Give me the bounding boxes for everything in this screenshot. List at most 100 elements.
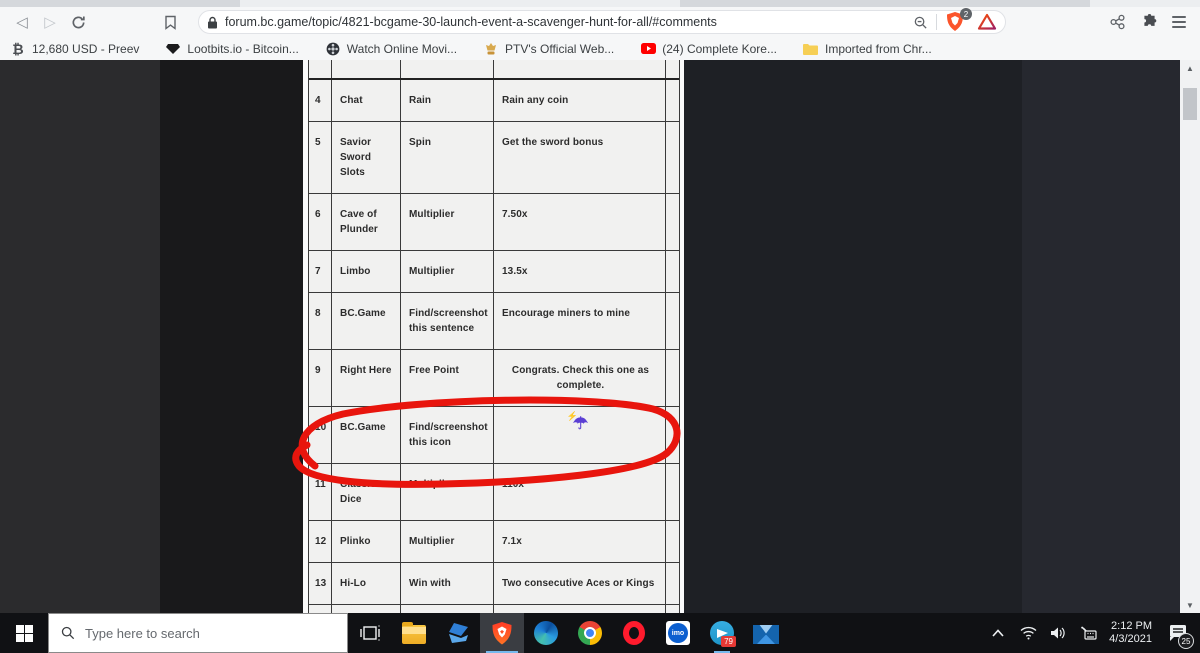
- opera-icon: [623, 621, 645, 645]
- umbrella-lightning-icon: ⚡☂: [502, 416, 659, 434]
- url-text[interactable]: forum.bc.game/topic/4821-bcgame-30-launc…: [225, 15, 913, 29]
- imo-app-button[interactable]: imo: [656, 613, 700, 653]
- table-row: 13Hi-LoWin withTwo consecutive Aces or K…: [309, 563, 679, 605]
- table-row-partial: [309, 60, 679, 80]
- divider: [936, 14, 937, 30]
- page-scrollbar[interactable]: ▲ ▼: [1180, 60, 1200, 613]
- start-button[interactable]: [0, 613, 48, 653]
- cell-name: Chat: [332, 80, 401, 121]
- scavenger-hunt-table: 4ChatRainRain any coin5Savior Sword Slot…: [308, 60, 680, 623]
- bookmark-item[interactable]: Lootbits.io - Bitcoin...: [165, 41, 298, 57]
- cell-extra: [666, 521, 677, 562]
- cell-extra: [666, 464, 677, 520]
- bookmark-item[interactable]: ₿ 12,680 USD - Preev: [10, 41, 139, 57]
- cell-action: Find/screenshot this icon: [401, 407, 494, 463]
- page-content: 4ChatRainRain any coin5Savior Sword Slot…: [0, 60, 1200, 613]
- address-bar[interactable]: forum.bc.game/topic/4821-bcgame-30-launc…: [198, 10, 1006, 34]
- scroll-up-arrow[interactable]: ▲: [1180, 60, 1200, 76]
- table-row: 6Cave of PlunderMultiplier7.50x: [309, 194, 679, 251]
- bookmark-item[interactable]: PTV's Official Web...: [483, 41, 614, 57]
- back-button[interactable]: ◁: [8, 9, 36, 35]
- telegram-app-button[interactable]: 79: [700, 613, 744, 653]
- scroll-down-arrow[interactable]: ▼: [1180, 597, 1200, 613]
- taskbar-search-box[interactable]: Type here to search: [48, 613, 348, 653]
- toolbar-right-cluster: [1109, 14, 1186, 31]
- share-icon[interactable]: [1109, 14, 1127, 30]
- brave-icon: [491, 621, 513, 646]
- chrome-browser-button[interactable]: [568, 613, 612, 653]
- zoom-indicator-icon[interactable]: [913, 15, 928, 30]
- lock-icon[interactable]: [207, 16, 218, 29]
- tab-strip: [0, 0, 1200, 7]
- blue-app-button[interactable]: [436, 613, 480, 653]
- page-background-left: [0, 60, 160, 613]
- diamond-icon: [165, 41, 181, 57]
- file-explorer-button[interactable]: [392, 613, 436, 653]
- forward-button[interactable]: ▷: [36, 9, 64, 35]
- imo-icon: imo: [666, 621, 690, 645]
- cell-num: 6: [309, 194, 332, 250]
- cell-num: 4: [309, 80, 332, 121]
- cell-extra: [666, 194, 677, 250]
- bookmark-item[interactable]: Imported from Chr...: [803, 41, 932, 57]
- page-background-gutter: [160, 60, 303, 613]
- tray-expand-chevron-icon[interactable]: [989, 624, 1007, 642]
- tray-clock[interactable]: 2:12 PM 4/3/2021: [1109, 620, 1152, 646]
- film-reel-icon: [325, 41, 341, 57]
- cell-desc: Two consecutive Aces or Kings: [494, 563, 666, 604]
- action-center-button[interactable]: 25: [1164, 620, 1190, 646]
- table-row: 11Classic DiceMultiplier110x: [309, 464, 679, 521]
- bookmark-item[interactable]: (24) Complete Kore...: [640, 41, 777, 57]
- cell-desc: 110x: [494, 464, 666, 520]
- bookmarks-bar: ₿ 12,680 USD - Preev Lootbits.io - Bitco…: [0, 37, 1200, 60]
- cell-name: Plinko: [332, 521, 401, 562]
- cell-num: 12: [309, 521, 332, 562]
- table-row: 5Savior Sword SlotsSpinGet the sword bon…: [309, 122, 679, 194]
- mail-app-button[interactable]: [744, 613, 788, 653]
- brave-browser-button[interactable]: [480, 613, 524, 653]
- edge-browser-button[interactable]: [524, 613, 568, 653]
- table-row: 12PlinkoMultiplier7.1x: [309, 521, 679, 563]
- cell-name: Limbo: [332, 251, 401, 292]
- task-view-button[interactable]: [348, 613, 392, 653]
- bitcoin-icon: ₿: [10, 41, 26, 57]
- tab-strip-controls[interactable]: [1090, 0, 1200, 7]
- cell-action: Win with: [401, 563, 494, 604]
- system-tray: 2:12 PM 4/3/2021 25: [989, 613, 1200, 653]
- bat-rewards-icon[interactable]: [977, 13, 997, 31]
- chrome-icon: [578, 621, 602, 645]
- browser-tab[interactable]: [240, 0, 680, 7]
- opera-browser-button[interactable]: [612, 613, 656, 653]
- file-explorer-icon: [402, 625, 426, 644]
- extensions-puzzle-icon[interactable]: [1141, 14, 1158, 31]
- task-view-icon: [360, 624, 380, 642]
- bookmark-icon[interactable]: [156, 9, 184, 35]
- brave-shield-icon[interactable]: 2: [945, 11, 967, 33]
- wifi-icon[interactable]: [1019, 624, 1037, 642]
- cell-desc: 7.50x: [494, 194, 666, 250]
- scrollbar-thumb[interactable]: [1183, 88, 1197, 120]
- cell-extra: [666, 251, 677, 292]
- cell-action: Multiplier: [401, 464, 494, 520]
- cell-num: 10: [309, 407, 332, 463]
- bookmark-item[interactable]: Watch Online Movi...: [325, 41, 457, 57]
- cell-action: Rain: [401, 80, 494, 121]
- cell-extra: [666, 407, 677, 463]
- ime-keyboard-icon[interactable]: [1079, 624, 1097, 642]
- cell-desc: 13.5x: [494, 251, 666, 292]
- telegram-unread-badge: 79: [721, 636, 736, 647]
- cell-desc: 7.1x: [494, 521, 666, 562]
- table-row: 8BC.GameFind/screenshot this sentenceEnc…: [309, 293, 679, 350]
- cell-name: Cave of Plunder: [332, 194, 401, 250]
- cell-name: BC.Game: [332, 293, 401, 349]
- cell-num: 8: [309, 293, 332, 349]
- page-background-right: [1022, 60, 1180, 613]
- refresh-button[interactable]: [64, 9, 92, 35]
- scavenger-table-body: 4ChatRainRain any coin5Savior Sword Slot…: [309, 80, 679, 605]
- cell-num: 13: [309, 563, 332, 604]
- volume-icon[interactable]: [1049, 624, 1067, 642]
- cell-desc: Congrats. Check this one as complete.: [494, 350, 666, 406]
- table-row: 7LimboMultiplier13.5x: [309, 251, 679, 293]
- browser-toolbar: ◁ ▷ forum.bc.game/topic/4821-bcgame-30-l…: [0, 7, 1200, 37]
- menu-hamburger-icon[interactable]: [1172, 16, 1186, 28]
